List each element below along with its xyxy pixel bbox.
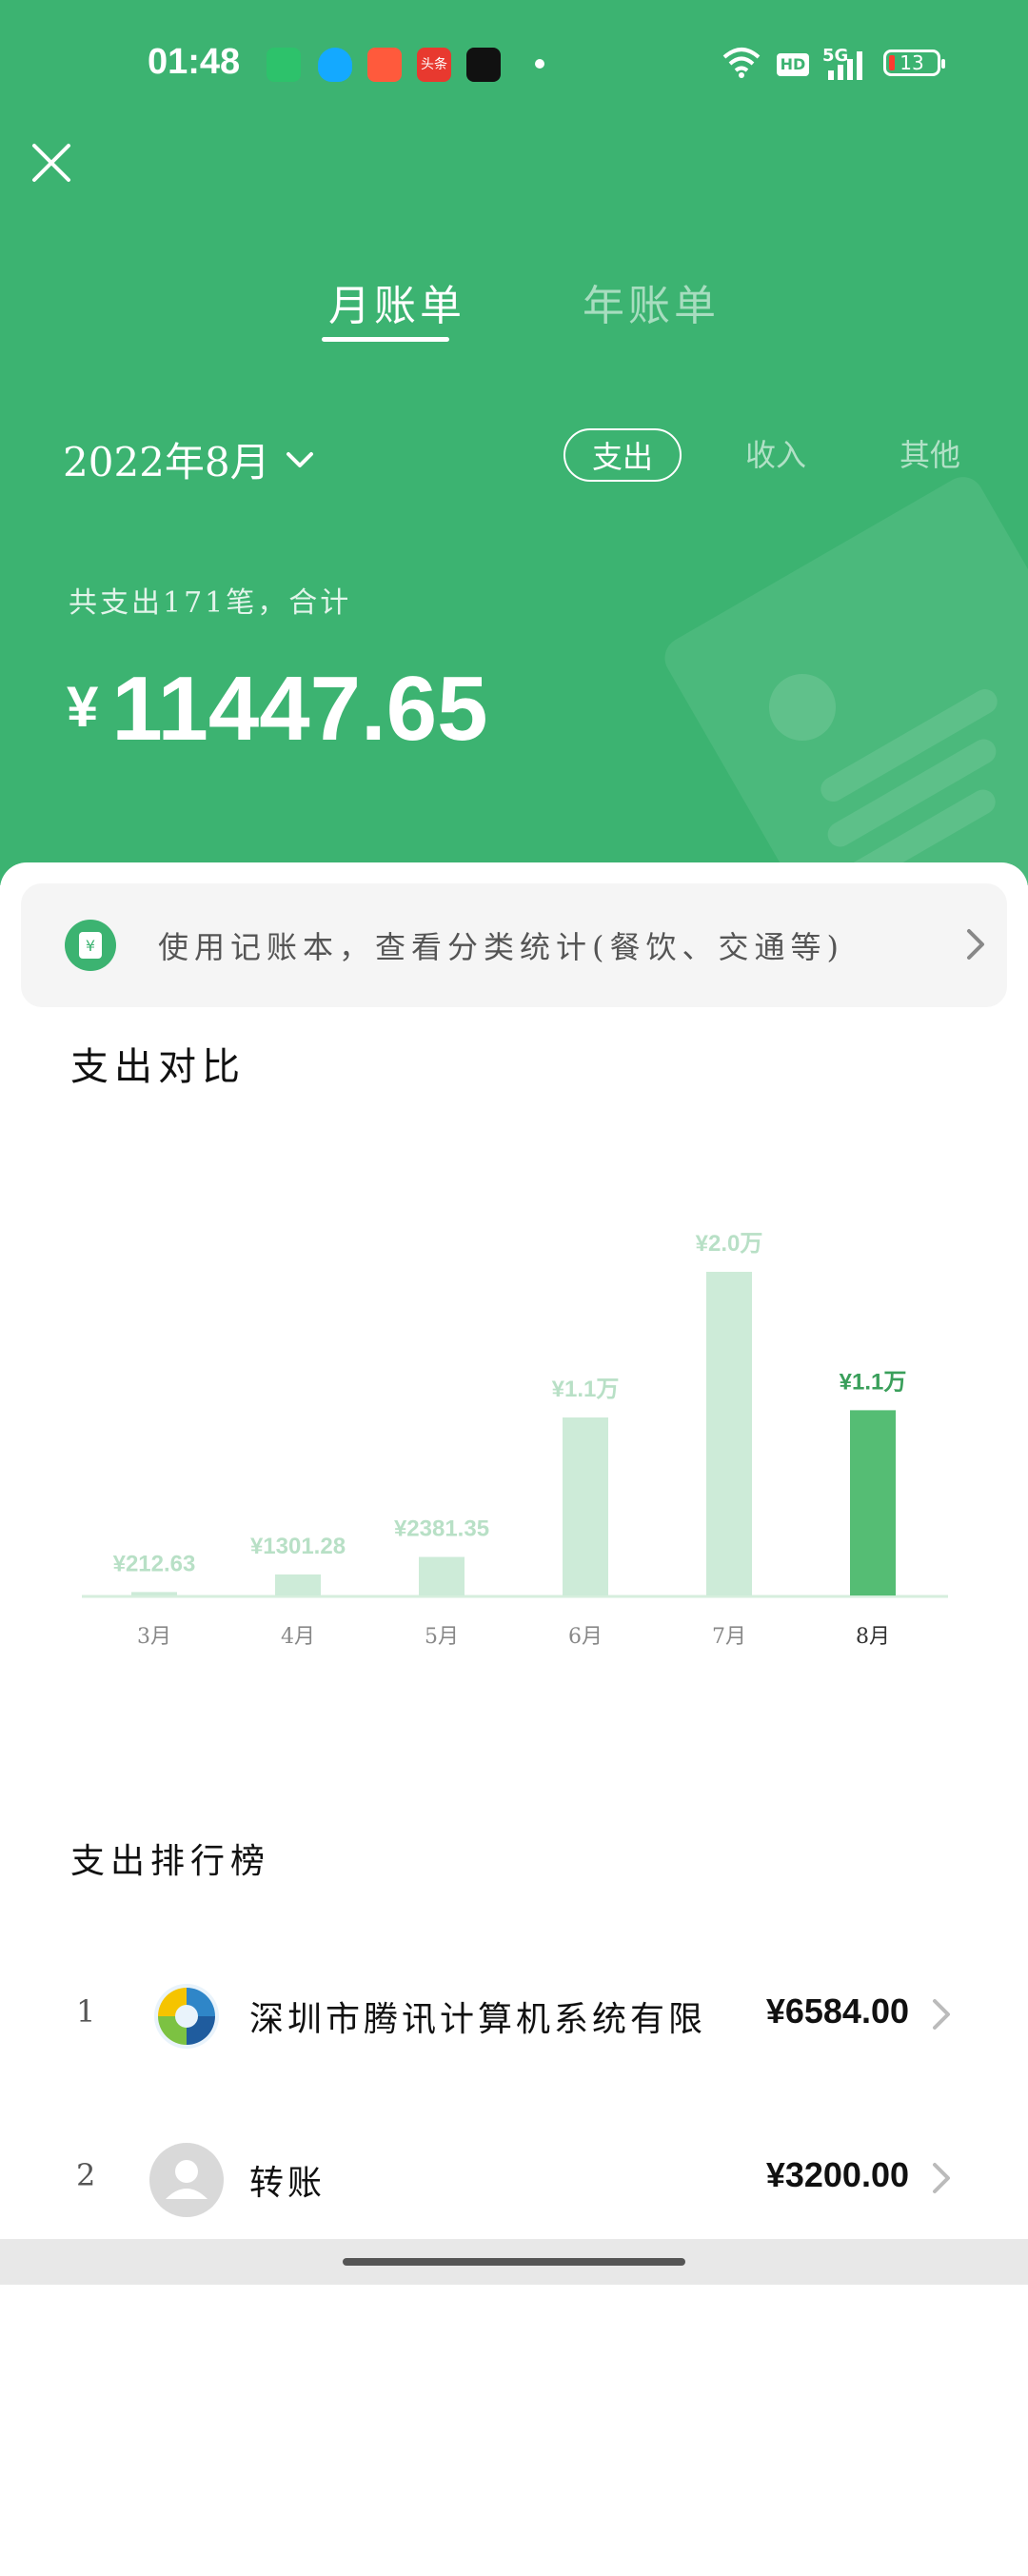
total-expense: ¥ 11447.65 [67, 657, 487, 762]
account-book-banner[interactable]: ¥ 使用记账本，查看分类统计(餐饮、交通等) [21, 883, 1007, 1007]
chart-category-label: 7月 [712, 1625, 746, 1649]
hd-badge: HD [777, 53, 809, 76]
ranking-item[interactable]: 2 转账 ¥3200.00 [0, 2129, 1028, 2233]
rank-number: 1 [76, 1993, 96, 2030]
qq-icon [318, 48, 352, 82]
close-icon[interactable] [27, 138, 76, 188]
wifi-icon [722, 48, 761, 78]
ranking-item[interactable]: 1 深圳市腾讯计算机系统有限... ¥6584.00 [0, 1965, 1028, 2070]
chart-category-label: 8月 [856, 1625, 890, 1649]
battery-level-text: 13 [900, 51, 924, 74]
battery-saver-app-icon [267, 48, 301, 82]
svg-text:¥: ¥ [86, 937, 95, 955]
month-selector[interactable]: 2022年8月 [63, 430, 314, 488]
bill-detail-sheet: ¥ 使用记账本，查看分类统计(餐饮、交通等) 支出对比 ¥212.63 3月 ¥13… [0, 862, 1028, 2285]
status-bar: 01:48 头条 HD 5G 13 [0, 0, 1028, 124]
chart-bar[interactable] [275, 1574, 321, 1595]
filter-expense[interactable]: 支出 [563, 428, 682, 482]
system-navigation-bar [0, 2239, 1028, 2285]
total-amount: 11447.65 [111, 658, 488, 760]
chart-bar[interactable] [850, 1410, 896, 1595]
chart-bar[interactable] [419, 1556, 465, 1595]
chart-bar[interactable] [131, 1592, 177, 1595]
expense-comparison-chart: ¥212.63 3月 ¥1301.28 4月 ¥2381.35 5月 ¥1.1万 6月 ¥2.0… [82, 1231, 948, 1649]
comparison-title: 支出对比 [70, 1045, 246, 1089]
bill-header: 01:48 头条 HD 5G 13 月账单 年账单 2022年8月 支出 收入 … [0, 0, 1028, 885]
chart-bar[interactable] [563, 1417, 608, 1595]
payee-amount: ¥6584.00 [765, 1991, 909, 2031]
rank-number: 2 [76, 2157, 96, 2193]
chart-bar[interactable] [706, 1272, 752, 1595]
chart-data-label: ¥2381.35 [394, 1516, 489, 1542]
decorative-circle [769, 674, 836, 741]
chevron-right-icon [967, 929, 984, 960]
chart-data-label: ¥1301.28 [250, 1534, 346, 1559]
chart-data-label: ¥1.1万 [552, 1377, 620, 1402]
expense-summary-text: 共支出171笔，合计 [69, 586, 352, 620]
chart-data-label: ¥212.63 [113, 1551, 196, 1576]
chevron-right-icon [933, 2163, 950, 2193]
tab-yearly-bill[interactable]: 年账单 [583, 271, 720, 332]
battery-level-fill [889, 55, 895, 70]
filter-other[interactable]: 其他 [887, 428, 973, 482]
chart-data-label: ¥1.1万 [840, 1369, 907, 1395]
ranking-title: 支出排行榜 [70, 1842, 271, 1881]
notification-dot [535, 59, 544, 69]
active-tab-indicator [322, 337, 449, 342]
tencent-logo-icon [154, 1984, 219, 2049]
currency-symbol: ¥ [67, 675, 99, 739]
chart-category-label: 5月 [425, 1625, 459, 1649]
home-gesture-handle[interactable] [343, 2258, 685, 2266]
douyin-icon [466, 48, 501, 82]
chevron-down-icon [286, 451, 313, 467]
signal-strength-icon [828, 51, 862, 80]
user-avatar-icon [149, 2143, 224, 2217]
tab-monthly-bill[interactable]: 月账单 [328, 271, 465, 332]
account-book-banner-text: 使用记账本，查看分类统计(餐饮、交通等) [158, 929, 844, 965]
chevron-right-icon [933, 1999, 950, 2030]
chart-category-label: 4月 [281, 1625, 315, 1649]
toutiao-icon: 头条 [417, 48, 451, 82]
payee-amount: ¥3200.00 [765, 2155, 909, 2194]
payee-name: 深圳市腾讯计算机系统有限... [249, 2000, 706, 2039]
month-selector-label: 2022年8月 [63, 439, 270, 485]
account-book-icon: ¥ [65, 920, 116, 971]
chart-category-label: 6月 [568, 1625, 603, 1649]
chart-data-label: ¥2.0万 [696, 1231, 763, 1257]
payee-name: 转账 [249, 2164, 326, 2203]
kuaishou-icon [367, 48, 402, 82]
battery-icon: 13 [883, 50, 945, 76]
status-time: 01:48 [148, 42, 241, 82]
filter-income[interactable]: 收入 [733, 428, 819, 482]
chart-category-label: 3月 [137, 1625, 171, 1649]
